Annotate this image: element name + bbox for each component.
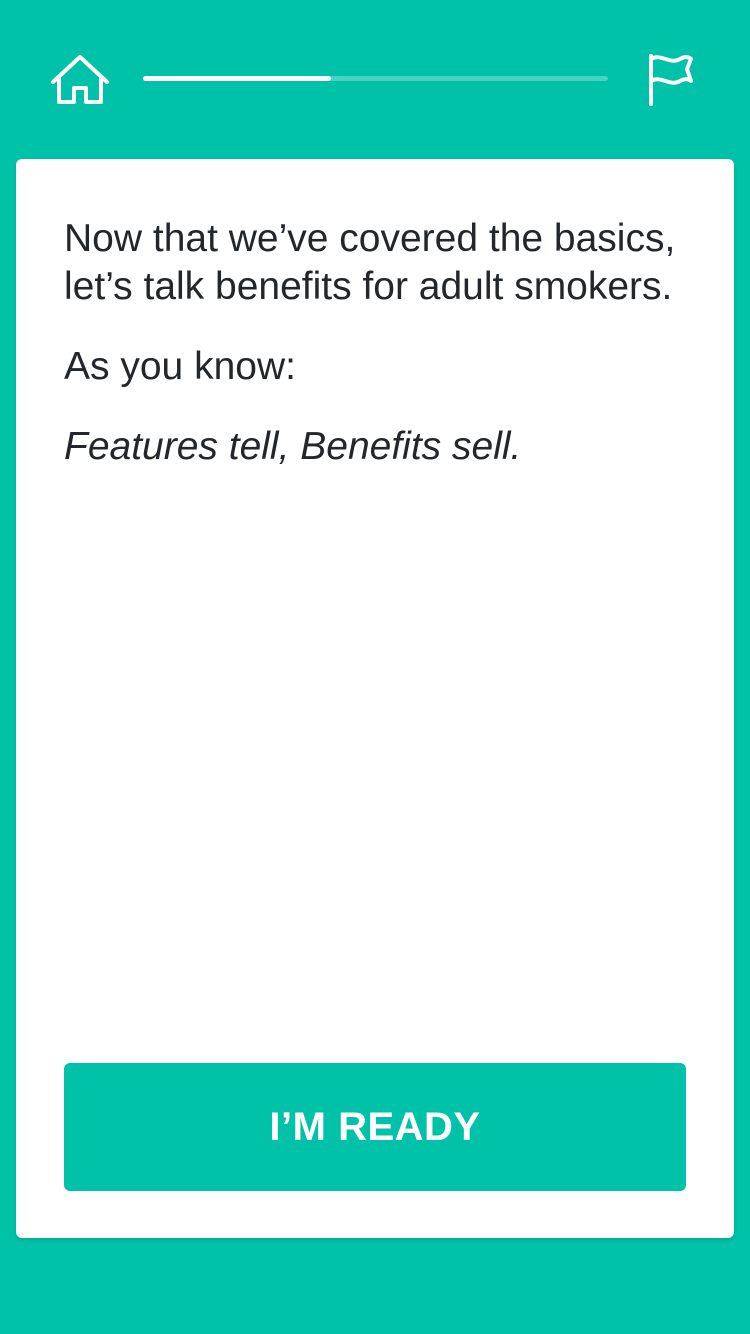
lesson-body: Now that we’ve covered the basics, let’s… — [64, 215, 694, 503]
lead-in-text: As you know: — [64, 345, 296, 388]
home-icon — [51, 55, 109, 104]
progress-bar — [143, 76, 608, 81]
intro-text: Now that we’ve covered the basics, let’s… — [64, 217, 676, 308]
quote-text: Features tell, Benefits sell. — [64, 425, 522, 468]
home-button[interactable] — [48, 50, 112, 110]
lesson-card: Now that we’ve covered the basics, let’s… — [16, 159, 734, 1238]
flag-button[interactable] — [640, 50, 700, 110]
progress-bar-fill — [143, 76, 332, 81]
im-ready-label: I’M READY — [269, 1104, 481, 1149]
flag-icon — [649, 54, 693, 106]
im-ready-button[interactable]: I’M READY — [64, 1063, 686, 1191]
